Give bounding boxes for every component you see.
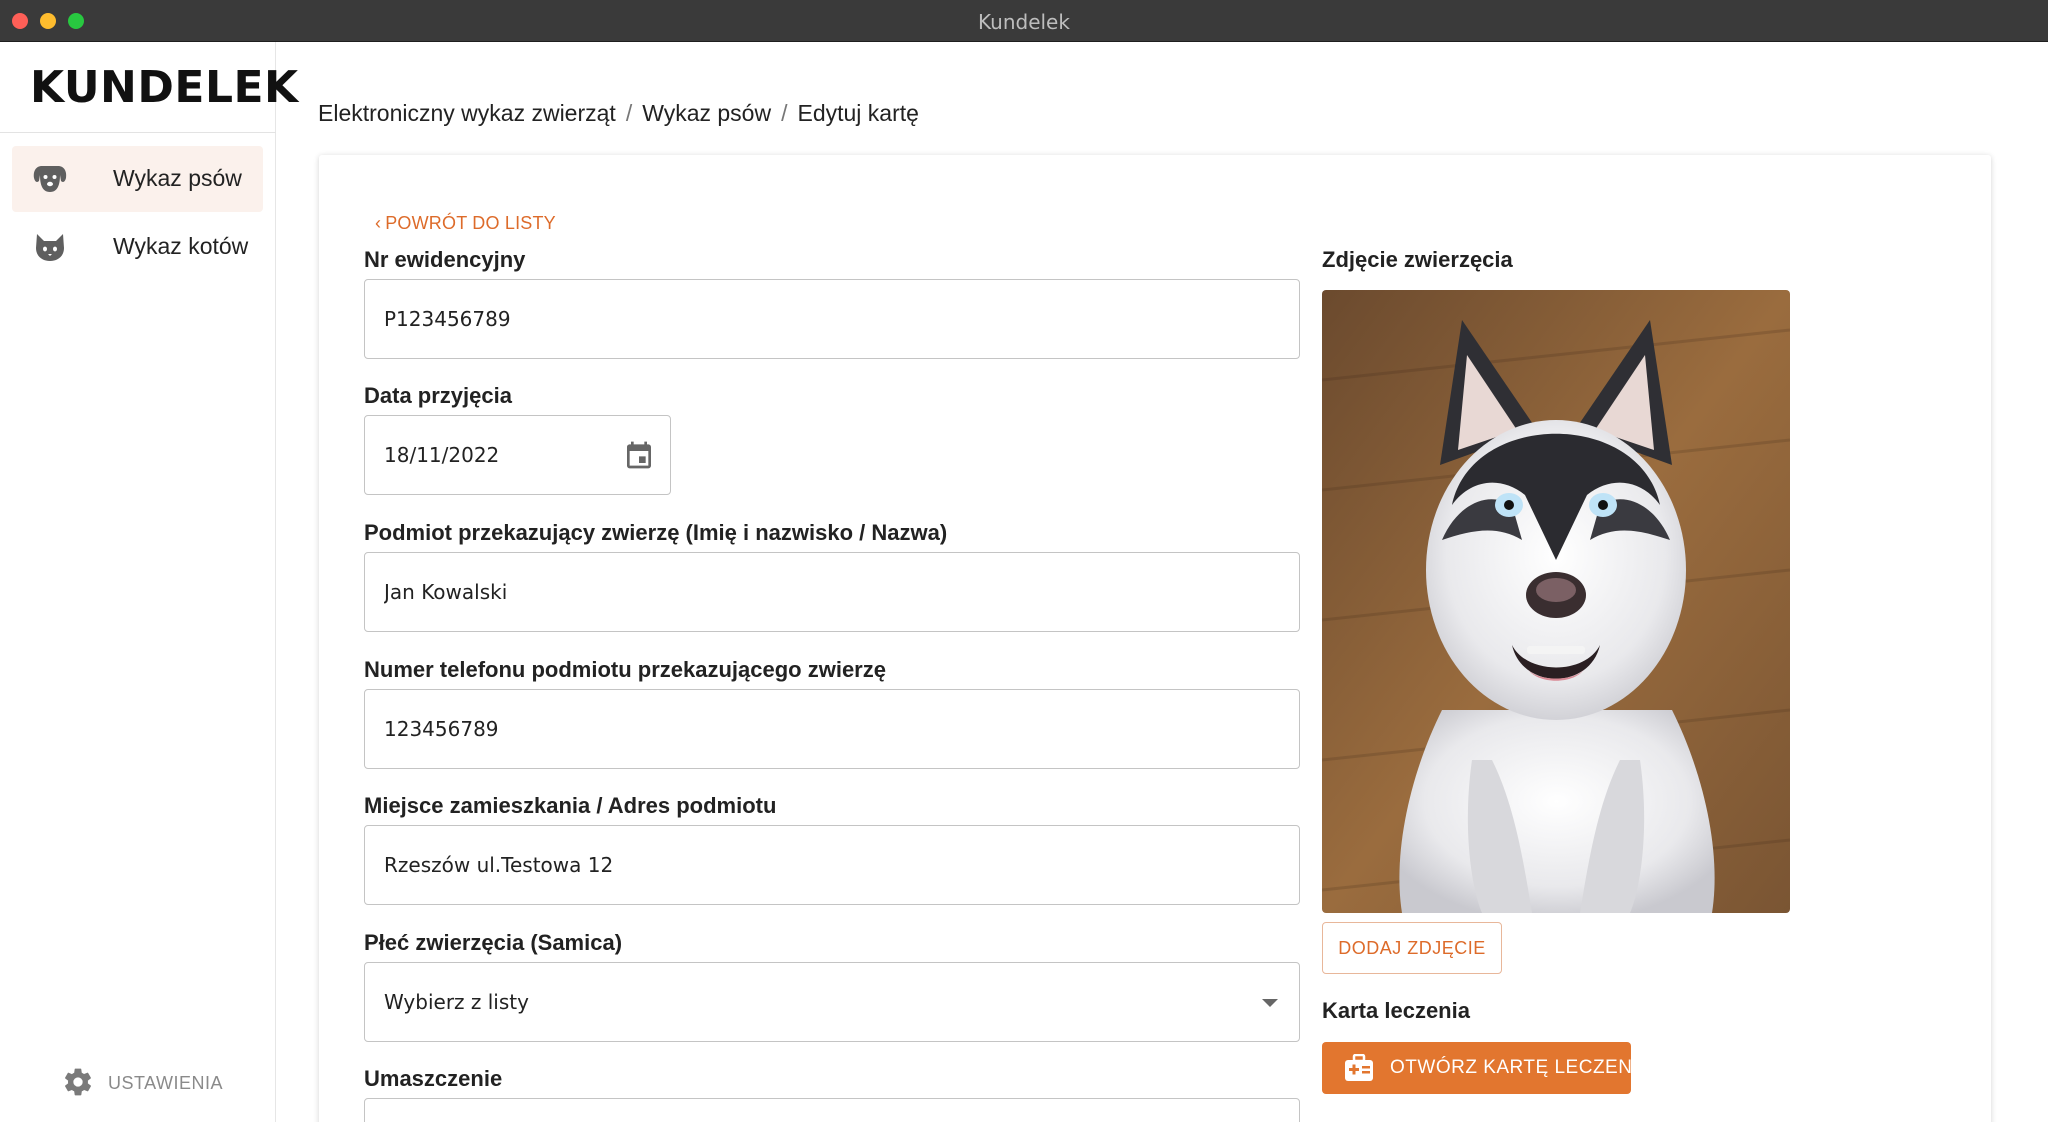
gear-icon [65,1068,91,1096]
podmiot-label: Podmiot przekazujący zwierzę (Imię i naz… [364,520,948,545]
data-przyjecia-label: Data przyjęcia [364,383,512,408]
cat-icon [36,234,64,261]
app-logo: KUNDELEK [30,62,299,113]
open-treatment-card-button[interactable]: OTWÓRZ KARTĘ LECZENIA [1322,1042,1651,1094]
umaszczenie-input[interactable] [364,1098,1300,1122]
umaszczenie-label: Umaszczenie [364,1066,503,1091]
breadcrumb-item-dogs[interactable]: Wykaz psów [642,100,771,126]
treatment-card-label: Karta leczenia [1322,998,1470,1023]
breadcrumb: Elektroniczny wykaz zwierząt / Wykaz psów /… [318,100,919,126]
window-titlebar: Kundelek [0,0,2048,42]
sidebar-divider [0,132,276,133]
animal-photo [1322,290,1790,913]
breadcrumb-item-edit: Edytuj kartę [797,100,919,126]
back-to-list-link[interactable]: ‹ POWRÓT DO LISTY [375,213,556,234]
settings-label: USTAWIENIA [108,1073,224,1093]
adres-input[interactable] [364,825,1300,905]
breadcrumb-item-registry[interactable]: Elektroniczny wykaz zwierząt [318,100,616,126]
chevron-left-icon: ‹ [375,213,382,233]
adres-label: Miejsce zamieszkania / Adres podmiotu [364,793,777,818]
nr-ewidencyjny-label: Nr ewidencyjny [364,247,526,272]
plec-select[interactable] [364,962,1300,1042]
window-title: Kundelek [978,10,1070,34]
calendar-icon[interactable] [623,439,655,471]
dog-icon [33,166,67,192]
telefon-input[interactable] [364,689,1300,769]
open-treatment-card-label: OTWÓRZ KARTĘ LECZENIA [1390,1057,1652,1078]
plec-label: Płeć zwierzęcia (Samica) [364,930,623,955]
nr-ewidencyjny-input[interactable] [364,279,1300,359]
telefon-label: Numer telefonu podmiotu przekazującego z… [364,657,886,682]
photo-label: Zdjęcie zwierzęcia [1322,247,1513,272]
sidebar-item-cats-label: Wykaz kotów [113,233,249,259]
back-to-list-label: POWRÓT DO LISTY [385,213,556,233]
dropdown-arrow-icon[interactable] [1262,999,1278,1007]
medical-kit-icon [1345,1054,1373,1081]
husky-photo-image [1322,290,1790,913]
sidebar-item-dogs-label: Wykaz psów [113,165,242,191]
podmiot-input[interactable] [364,552,1300,632]
sidebar-item-dogs[interactable]: Wykaz psów [12,146,263,212]
sidebar-item-cats[interactable]: Wykaz kotów [12,214,263,280]
edit-card: ‹POWRÓT DO LISTY Nr ewidencyjny Data prz… [319,155,1991,1122]
sidebar: KUNDELEK Wykaz psów Wykaz kotów USTAWIEN… [0,42,298,1122]
add-photo-button[interactable]: DODAJ ZDJĘCIE [1322,922,1502,974]
